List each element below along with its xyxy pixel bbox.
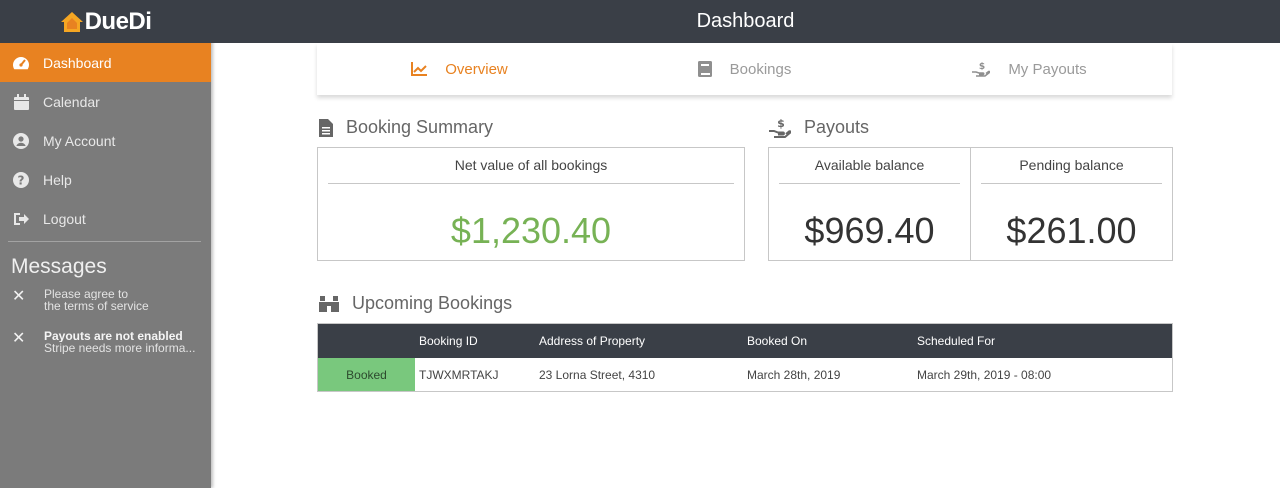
- upcoming-bookings-heading: Upcoming Bookings: [319, 293, 512, 314]
- logo-text: DueDi: [84, 7, 152, 35]
- sidebar-item-label: Logout: [43, 210, 86, 227]
- address-cell: 23 Lorna Street, 4310: [539, 367, 656, 382]
- available-balance-amount: $969.40: [804, 210, 935, 251]
- tab-label: Bookings: [729, 60, 792, 78]
- message-item-payouts[interactable]: ✕ Payouts are not enabled Stripe needs m…: [0, 330, 211, 372]
- app-logo[interactable]: DueDi: [60, 8, 152, 36]
- scheduled-for-cell: March 29th, 2019 - 08:00: [917, 367, 1052, 382]
- sidebar-item-label: My Account: [43, 132, 116, 149]
- net-value-label: Net value of all bookings: [328, 148, 734, 184]
- booking-summary-heading: Booking Summary: [319, 117, 493, 138]
- user-circle-icon: [12, 132, 30, 150]
- logo-bar: DueDi: [0, 0, 211, 43]
- document-icon: [319, 118, 333, 137]
- booking-id-cell: TJWXMRTAKJ: [419, 367, 499, 382]
- message-line1: Payouts are not enabled: [44, 330, 183, 342]
- available-balance-label: Available balance: [779, 148, 960, 184]
- house-logo-icon: [60, 11, 83, 32]
- sidebar-item-label: Dashboard: [43, 54, 112, 71]
- net-value-amount: $1,230.40: [450, 210, 612, 251]
- page-title: Dashboard: [696, 10, 795, 32]
- tab-overview[interactable]: Overview: [317, 43, 602, 95]
- sidebar: DueDi Dashboard Calendar My Account ? He…: [0, 0, 211, 488]
- status-badge: Booked: [318, 358, 415, 391]
- upcoming-bookings-table: Booking ID Address of Property Booked On…: [317, 323, 1173, 392]
- table-header: Booking ID Address of Property Booked On…: [318, 324, 1172, 358]
- tab-bookings[interactable]: Bookings: [602, 43, 887, 95]
- logout-icon: [12, 210, 30, 228]
- message-line1: Please agree to: [44, 288, 129, 300]
- pending-balance-amount: $261.00: [1006, 210, 1137, 251]
- tab-my-payouts[interactable]: $ My Payouts: [887, 43, 1172, 95]
- binoculars-icon: [319, 295, 339, 312]
- close-icon[interactable]: ✕: [12, 331, 30, 347]
- sidebar-item-my-account[interactable]: My Account: [0, 121, 211, 160]
- tab-bar: Overview Bookings $ My Payouts: [317, 43, 1172, 95]
- column-header-status: [318, 324, 415, 358]
- line-chart-icon: [411, 62, 428, 76]
- hand-money-icon: $: [769, 118, 791, 138]
- message-text: Payouts are not enabled Stripe needs mor…: [44, 330, 209, 354]
- svg-text:?: ?: [18, 173, 25, 187]
- net-value-card: Net value of all bookings $1,230.40: [317, 147, 745, 261]
- sidebar-divider: [8, 241, 201, 242]
- sidebar-item-logout[interactable]: Logout: [0, 199, 211, 238]
- close-icon[interactable]: ✕: [12, 289, 30, 305]
- tab-label: My Payouts: [1008, 60, 1087, 78]
- column-header-address: Address of Property: [539, 334, 646, 348]
- svg-text:$: $: [979, 62, 985, 72]
- pending-balance-card: Pending balance $261.00: [970, 147, 1173, 261]
- sidebar-item-label: Calendar: [43, 93, 100, 110]
- column-header-scheduled-for: Scheduled For: [917, 334, 996, 348]
- sidebar-item-help[interactable]: ? Help: [0, 160, 211, 199]
- message-line2: Stripe needs more informa...: [44, 342, 196, 354]
- upcoming-bookings-title: Upcoming Bookings: [352, 293, 513, 313]
- table-row[interactable]: Booked TJWXMRTAKJ 23 Lorna Street, 4310 …: [318, 358, 1172, 391]
- column-header-booking-id: Booking ID: [419, 334, 478, 348]
- question-circle-icon: ?: [12, 171, 30, 189]
- message-line2: the terms of service: [44, 300, 149, 312]
- sidebar-item-label: Help: [43, 171, 72, 188]
- column-header-booked-on: Booked On: [747, 334, 808, 348]
- booking-summary-title: Booking Summary: [346, 117, 494, 137]
- messages-title: Messages: [11, 255, 107, 278]
- tab-label: Overview: [445, 60, 508, 78]
- hand-money-icon: $: [972, 61, 991, 77]
- gauge-icon: [12, 54, 30, 72]
- available-balance-card: Available balance $969.40: [768, 147, 971, 261]
- message-item-terms[interactable]: ✕ Please agree to the terms of service: [0, 288, 211, 330]
- sidebar-item-calendar[interactable]: Calendar: [0, 82, 211, 121]
- payouts-heading: $ Payouts: [769, 117, 869, 138]
- pending-balance-label: Pending balance: [981, 148, 1162, 184]
- sidebar-item-dashboard[interactable]: Dashboard: [0, 43, 211, 82]
- booked-on-cell: March 28th, 2019: [747, 367, 841, 382]
- calendar-icon: [12, 93, 30, 111]
- message-text: Please agree to the terms of service: [44, 288, 209, 312]
- top-bar: Dashboard: [211, 0, 1280, 43]
- svg-text:$: $: [777, 118, 785, 130]
- payouts-title: Payouts: [804, 117, 870, 137]
- book-icon: [697, 61, 712, 77]
